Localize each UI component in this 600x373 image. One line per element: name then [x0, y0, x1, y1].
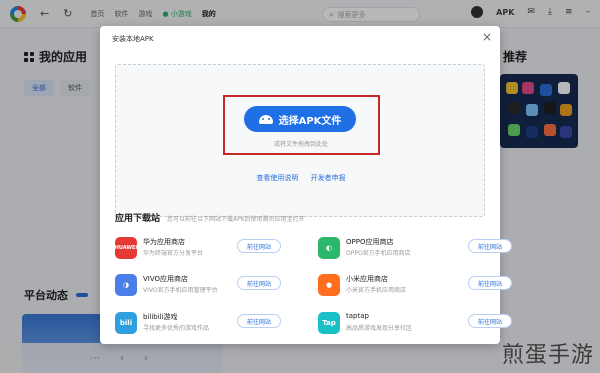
oppo-logo-icon: ◐: [318, 237, 340, 259]
site-name: OPPO应用商店: [346, 238, 394, 246]
close-icon[interactable]: ×: [482, 30, 492, 44]
site-bilibili: bili bilibili游戏 寻找更多优秀的游戏作品 前往网站: [115, 310, 285, 340]
go-to-site-button[interactable]: 前往网站: [237, 314, 281, 328]
site-oppo: ◐ OPPO应用商店 OPPO官方手机应用商店 前往网站: [318, 235, 512, 265]
choose-apk-label: 选择APK文件: [278, 115, 342, 127]
dialog-title: 安装本地APK: [112, 35, 154, 43]
usage-guide-link[interactable]: 查看使用说明: [256, 174, 298, 182]
bilibili-logo-icon: bili: [115, 312, 137, 334]
xiaomi-logo-icon: ●: [318, 274, 340, 296]
go-to-site-button[interactable]: 前往网站: [468, 239, 512, 253]
download-sites-subtitle: 您可以前往以下网站下载APK后使用腾讯应用宝打开: [167, 216, 305, 223]
site-name: VIVO应用商店: [143, 275, 189, 283]
huawei-logo-icon: HUAWEI: [115, 237, 137, 259]
install-apk-dialog: 安装本地APK × 选择APK文件 或将文件拖拽到此处 查看使用说明 开发者申报…: [100, 26, 512, 344]
site-name: bilibili游戏: [143, 313, 178, 321]
site-desc: 华为终端官方分发平台: [143, 250, 204, 257]
drop-hint: 或将文件拖拽到此处: [273, 141, 328, 148]
site-xiaomi: ● 小米应用商店 小米官方手机应用商店 前往网站: [318, 272, 512, 302]
site-name: 华为应用商店: [143, 238, 185, 246]
site-name: 小米应用商店: [346, 275, 388, 283]
choose-apk-button[interactable]: 选择APK文件: [244, 106, 356, 132]
go-to-site-button[interactable]: 前往网站: [468, 276, 512, 290]
site-desc: VIVO官方手机应用管理平台: [143, 287, 218, 294]
download-sites-title: 应用下载站: [115, 214, 161, 224]
download-sites-header: 应用下载站 您可以前往以下网站下载APK后使用腾讯应用宝打开: [115, 211, 305, 224]
apk-drop-zone[interactable]: 选择APK文件 或将文件拖拽到此处 查看使用说明 开发者申报: [115, 64, 485, 217]
vivo-logo-icon: ◑: [115, 274, 137, 296]
go-to-site-button[interactable]: 前往网站: [237, 239, 281, 253]
site-desc: 寻找更多优秀的游戏作品: [143, 325, 210, 332]
site-desc: 小米官方手机应用商店: [346, 287, 407, 294]
site-taptap: Tap taptap 高品质游戏发现分享社区 前往网站: [318, 310, 512, 340]
help-links: 查看使用说明 开发者申报: [116, 173, 486, 183]
go-to-site-button[interactable]: 前往网站: [237, 276, 281, 290]
site-vivo: ◑ VIVO应用商店 VIVO官方手机应用管理平台 前往网站: [115, 272, 285, 302]
site-huawei: HUAWEI 华为应用商店 华为终端官方分发平台 前往网站: [115, 235, 285, 265]
taptap-logo-icon: Tap: [318, 312, 340, 334]
site-desc: 高品质游戏发现分享社区: [346, 325, 413, 332]
site-name: taptap: [346, 312, 369, 320]
android-icon: [258, 114, 273, 124]
developer-report-link[interactable]: 开发者申报: [311, 174, 346, 182]
go-to-site-button[interactable]: 前往网站: [468, 314, 512, 328]
site-desc: OPPO官方手机应用商店: [346, 250, 411, 257]
